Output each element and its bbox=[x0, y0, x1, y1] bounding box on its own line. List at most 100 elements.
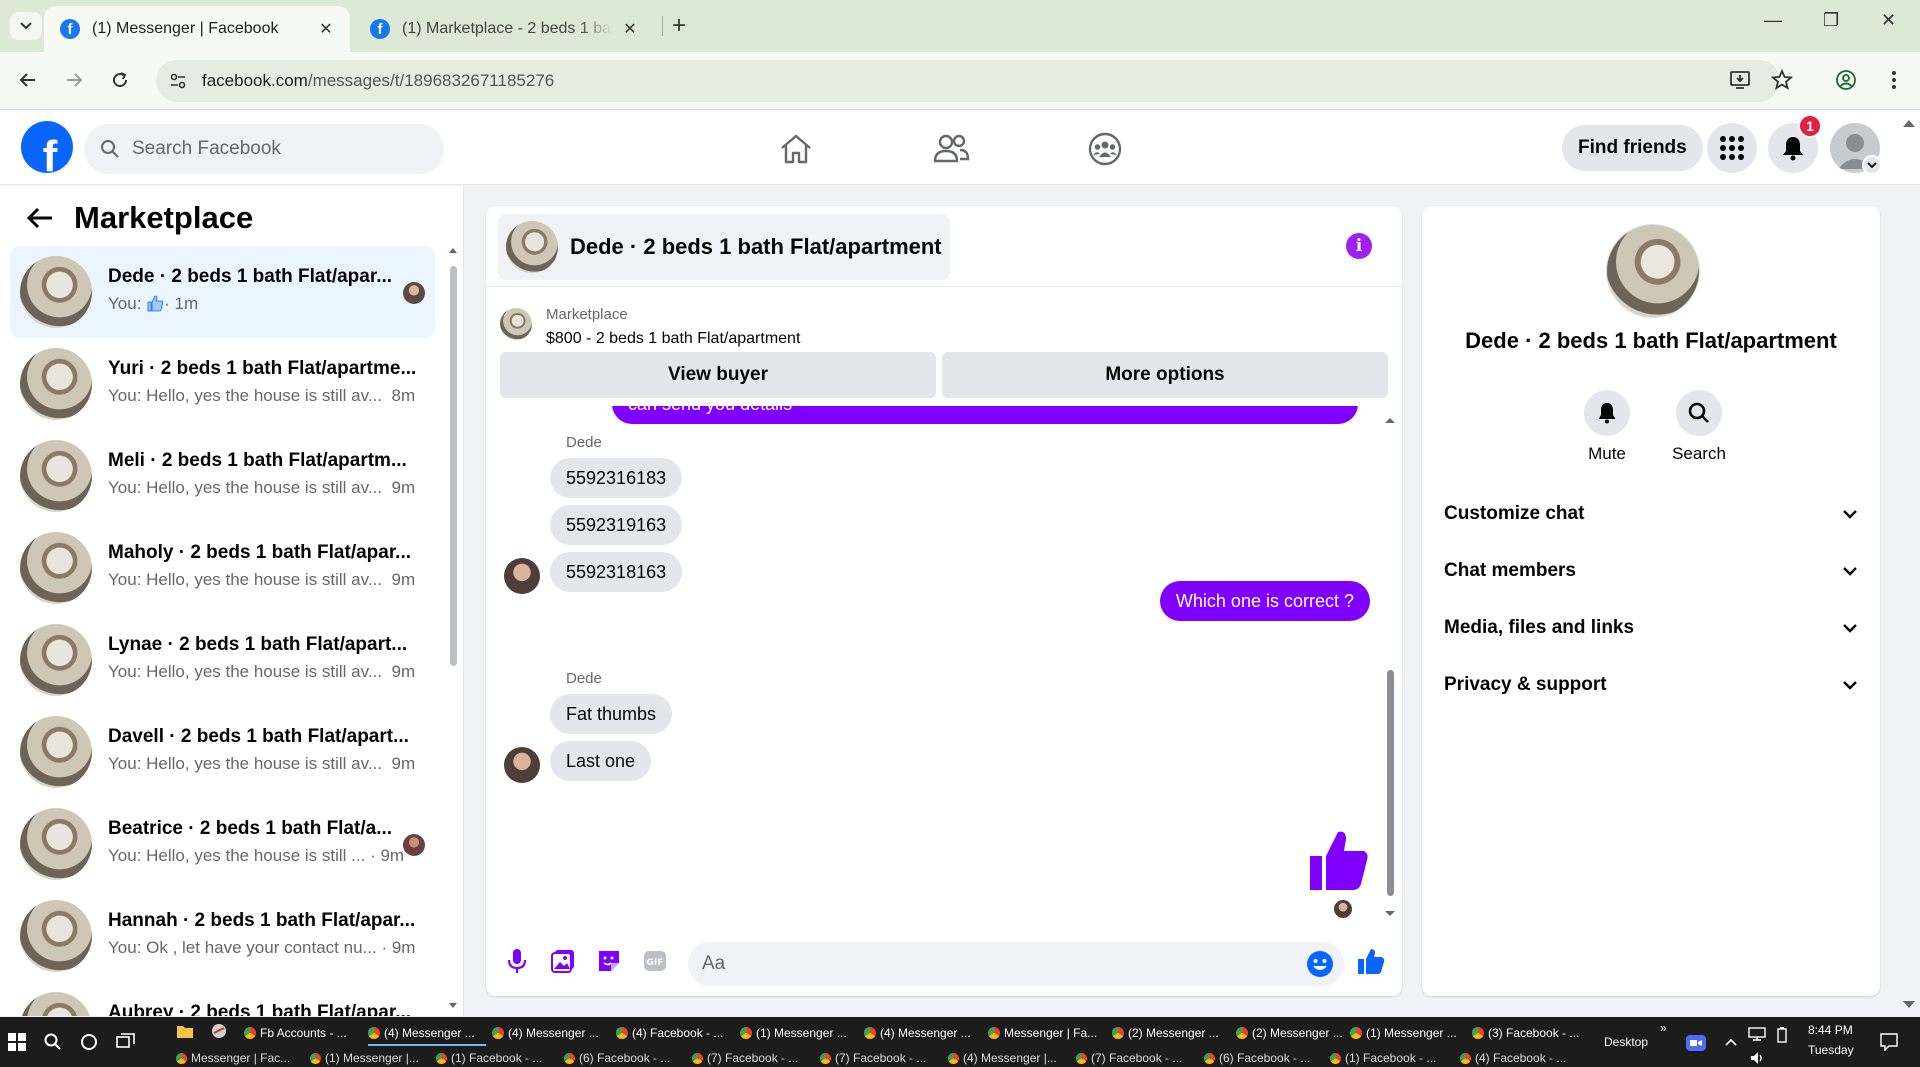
notification-center-icon[interactable] bbox=[1880, 1033, 1898, 1051]
taskbar-window[interactable]: (2) Messenger ... bbox=[1112, 1023, 1219, 1043]
install-app-button[interactable] bbox=[1724, 64, 1756, 96]
scroll-up-icon[interactable] bbox=[448, 246, 458, 254]
close-tab-icon[interactable]: ✕ bbox=[316, 19, 336, 39]
forward-button[interactable] bbox=[58, 64, 90, 96]
sticker-button[interactable] bbox=[594, 946, 624, 976]
send-like-button[interactable] bbox=[1356, 946, 1386, 976]
more-overflow-icon[interactable]: » bbox=[1660, 1021, 1667, 1035]
scroll-up-icon[interactable] bbox=[1384, 416, 1396, 424]
page-scroll-up-icon[interactable] bbox=[1902, 118, 1916, 128]
close-window-button[interactable]: ✕ bbox=[1881, 10, 1896, 31]
taskbar-window[interactable]: Messenger | Fa... bbox=[988, 1023, 1097, 1043]
back-button[interactable] bbox=[12, 64, 44, 96]
network-icon[interactable] bbox=[1748, 1027, 1766, 1041]
taskbar-window[interactable]: (4) Facebook - ... bbox=[1460, 1049, 1566, 1067]
browser-tab-marketplace[interactable]: f (1) Marketplace - 2 beds 1 bath Flat/a… bbox=[354, 6, 654, 52]
conversation-item-hannah[interactable]: Hannah · 2 beds 1 bath Flat/apar... You:… bbox=[10, 890, 435, 982]
conversation-item-davell[interactable]: Davell · 2 beds 1 bath Flat/apart... You… bbox=[10, 706, 435, 798]
message-input[interactable] bbox=[702, 953, 1262, 975]
file-explorer-icon[interactable] bbox=[176, 1023, 194, 1039]
taskbar-window[interactable]: (7) Facebook - ... bbox=[692, 1049, 798, 1067]
menu-button[interactable] bbox=[1707, 123, 1757, 173]
conversation-list-scrollbar[interactable] bbox=[448, 246, 458, 666]
taskbar-window[interactable]: (1) Facebook - ... bbox=[436, 1049, 542, 1067]
section-media-files-links[interactable]: Media, files and links bbox=[1444, 608, 1858, 648]
clock-day[interactable]: Tuesday bbox=[1808, 1043, 1854, 1057]
taskbar-window[interactable]: (4) Messenger ... bbox=[864, 1023, 971, 1043]
desktop-toolbar[interactable]: Desktop bbox=[1604, 1035, 1648, 1049]
chat-header[interactable]: Dede · 2 beds 1 bath Flat/apartment bbox=[498, 214, 950, 280]
restore-button[interactable]: ❐ bbox=[1823, 10, 1839, 31]
section-customize-chat[interactable]: Customize chat bbox=[1444, 494, 1858, 534]
taskbar-window[interactable]: (1) Messenger ... bbox=[740, 1023, 847, 1043]
home-nav-button[interactable] bbox=[774, 127, 818, 171]
conversation-info-icon[interactable]: i bbox=[1346, 233, 1372, 259]
section-chat-members[interactable]: Chat members bbox=[1444, 551, 1858, 591]
back-arrow-icon[interactable] bbox=[26, 206, 54, 230]
site-settings-icon[interactable] bbox=[168, 71, 188, 91]
emoji-icon[interactable] bbox=[1306, 950, 1334, 978]
taskbar-window[interactable]: (7) Facebook - ... bbox=[820, 1049, 926, 1067]
conversation-item-yuri[interactable]: Yuri · 2 beds 1 bath Flat/apartme... You… bbox=[10, 338, 435, 430]
conversation-item-aubrey[interactable]: Aubrey · 2 beds 1 bath Flat/apar... bbox=[10, 982, 435, 1016]
facebook-logo-icon[interactable]: f bbox=[21, 121, 73, 173]
conversation-item-lynae[interactable]: Lynae · 2 beds 1 bath Flat/apart... You:… bbox=[10, 614, 435, 706]
browser-profile-button[interactable] bbox=[1830, 64, 1862, 96]
message-input-container[interactable] bbox=[688, 942, 1344, 986]
close-tab-icon[interactable]: ✕ bbox=[620, 19, 640, 39]
task-view-icon[interactable] bbox=[116, 1033, 136, 1051]
taskbar-window[interactable]: (4) Messenger ... bbox=[368, 1023, 475, 1043]
tab-search-button[interactable] bbox=[10, 12, 42, 40]
conversation-item-maholy[interactable]: Maholy · 2 beds 1 bath Flat/apar... You:… bbox=[10, 522, 435, 614]
volume-icon[interactable] bbox=[1750, 1051, 1766, 1065]
view-buyer-button[interactable]: View buyer bbox=[500, 352, 936, 398]
browser-tab-messenger[interactable]: f (1) Messenger | Facebook ✕ bbox=[44, 6, 350, 52]
facebook-search-input[interactable] bbox=[132, 138, 412, 160]
search-in-conversation-button[interactable]: Search bbox=[1654, 390, 1744, 464]
conversation-item-meli[interactable]: Meli · 2 beds 1 bath Flat/apartm... You:… bbox=[10, 430, 435, 522]
groups-nav-button[interactable] bbox=[1083, 127, 1127, 171]
bookmark-button[interactable] bbox=[1766, 64, 1798, 96]
browser-menu-button[interactable] bbox=[1878, 64, 1910, 96]
more-options-button[interactable]: More options bbox=[942, 352, 1388, 398]
taskbar-window[interactable]: (4) Messenger |... bbox=[948, 1049, 1057, 1067]
gif-button[interactable]: GIF bbox=[640, 946, 670, 976]
windows-start-icon[interactable] bbox=[8, 1033, 26, 1051]
taskbar-window[interactable]: (1) Messenger ... bbox=[1350, 1023, 1457, 1043]
chevron-up-icon[interactable] bbox=[1724, 1037, 1738, 1047]
scroll-down-icon[interactable] bbox=[448, 1002, 458, 1010]
taskbar-window[interactable]: (6) Facebook - ... bbox=[564, 1049, 670, 1067]
conversation-item-dede[interactable]: Dede · 2 beds 1 bath Flat/apar... You: ·… bbox=[10, 246, 435, 338]
mute-button[interactable]: Mute bbox=[1562, 390, 1652, 464]
taskbar-window[interactable]: (4) Facebook - ... bbox=[616, 1023, 723, 1043]
scrollbar-thumb[interactable] bbox=[450, 266, 457, 666]
taskbar-window[interactable]: (3) Facebook - ... bbox=[1472, 1023, 1579, 1043]
taskbar-window[interactable]: (1) Messenger |... bbox=[310, 1049, 419, 1067]
taskbar-window[interactable]: Messenger | Fac... bbox=[176, 1049, 290, 1067]
page-scroll-down-icon[interactable] bbox=[1902, 1000, 1916, 1010]
taskbar-window[interactable]: Fb Accounts - ... bbox=[244, 1023, 347, 1043]
app-pinned-icon[interactable] bbox=[210, 1023, 228, 1039]
scroll-down-icon[interactable] bbox=[1384, 910, 1396, 918]
taskbar-window[interactable]: (4) Messenger ... bbox=[492, 1023, 599, 1043]
taskbar-window[interactable]: (1) Facebook - ... bbox=[1330, 1049, 1436, 1067]
section-privacy-support[interactable]: Privacy & support bbox=[1444, 665, 1858, 705]
search-icon[interactable] bbox=[44, 1033, 62, 1051]
account-menu-chevron[interactable] bbox=[1862, 155, 1882, 175]
battery-icon[interactable] bbox=[1776, 1027, 1788, 1043]
chat-scrollbar[interactable] bbox=[1384, 416, 1396, 916]
conversation-item-beatrice[interactable]: Beatrice · 2 beds 1 bath Flat/a... You: … bbox=[10, 798, 435, 890]
taskbar-window[interactable]: (6) Facebook - ... bbox=[1204, 1049, 1310, 1067]
taskbar-window[interactable]: (2) Messenger ... bbox=[1236, 1023, 1343, 1043]
attach-media-button[interactable] bbox=[548, 946, 578, 976]
zoom-app-icon[interactable] bbox=[1686, 1035, 1706, 1051]
voice-clip-button[interactable] bbox=[502, 946, 532, 976]
new-tab-button[interactable]: + bbox=[672, 12, 686, 40]
find-friends-button[interactable]: Find friends bbox=[1562, 125, 1703, 171]
cortana-icon[interactable] bbox=[80, 1033, 98, 1051]
friends-nav-button[interactable] bbox=[929, 127, 973, 171]
reload-button[interactable] bbox=[104, 64, 136, 96]
minimize-button[interactable]: — bbox=[1764, 10, 1782, 31]
address-bar[interactable]: facebook.com/messages/t/1896832671185276 bbox=[156, 60, 1780, 102]
facebook-search[interactable] bbox=[84, 124, 444, 174]
